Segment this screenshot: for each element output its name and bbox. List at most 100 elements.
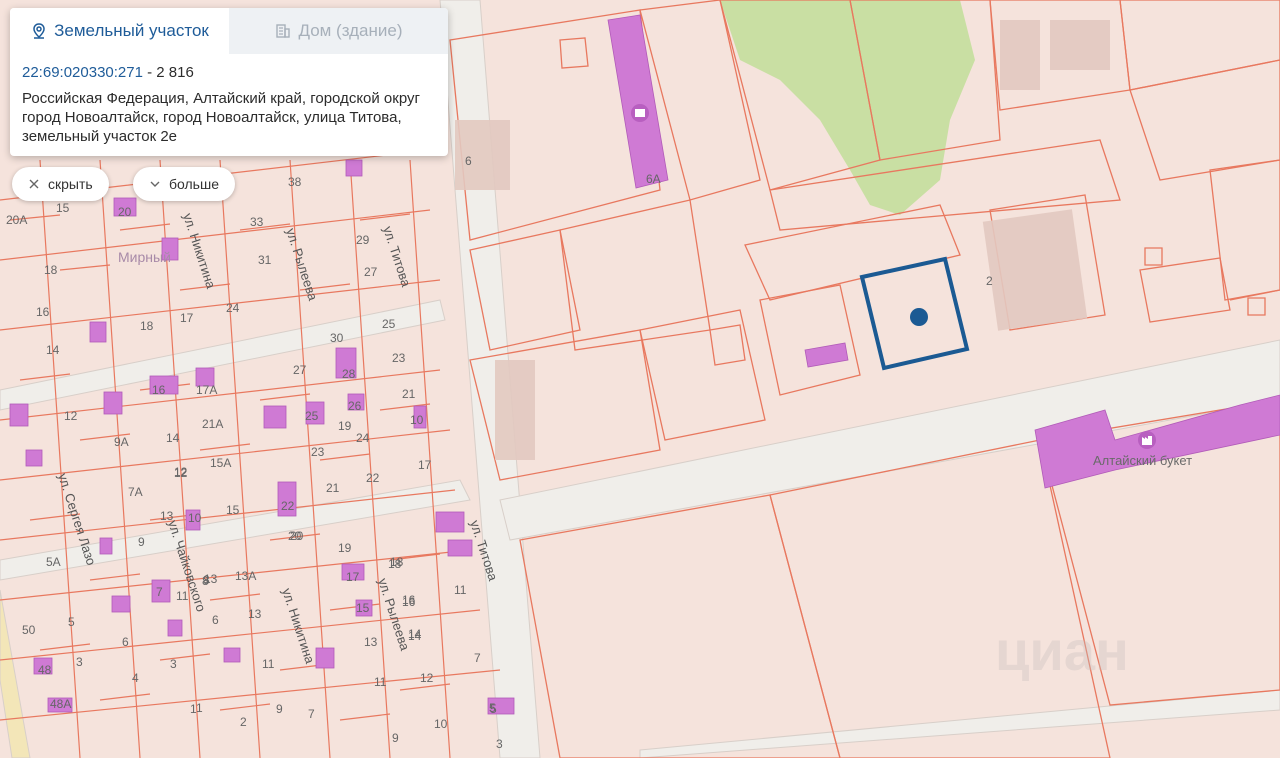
selected-parcel-marker-icon xyxy=(910,308,928,326)
house-number: 15 xyxy=(56,201,70,215)
house-number: 15 xyxy=(226,503,240,517)
house-number: 7 xyxy=(474,651,481,665)
house-number: 30 xyxy=(330,331,344,345)
house-number: 1 xyxy=(196,701,203,715)
house-number: 13 xyxy=(160,509,174,523)
house-number: 15 xyxy=(356,601,370,615)
house-number: 7А xyxy=(128,485,143,499)
district-label: Мирный xyxy=(118,249,171,265)
house-number: 21 xyxy=(326,481,340,495)
house-number: 7 xyxy=(156,585,163,599)
house-number: 2 xyxy=(986,274,993,288)
hide-button[interactable]: скрыть xyxy=(12,167,109,201)
house-number: 10 xyxy=(188,511,202,525)
house-number: 6 xyxy=(212,613,219,627)
house-number: 17 xyxy=(418,458,432,472)
house-number: 13А xyxy=(235,569,256,583)
parcel-details: 22:69:020330:271 - 2 816 Российская Феде… xyxy=(10,54,448,156)
house-number: 25 xyxy=(305,409,319,423)
house-number: 20 xyxy=(290,529,304,543)
house-number: 14 xyxy=(408,627,422,641)
house-number: 23 xyxy=(392,351,406,365)
tab-building[interactable]: Дом (здание) xyxy=(229,8,448,54)
house-number: 12 xyxy=(174,465,188,479)
house-number: 20А xyxy=(6,213,27,227)
house-number: 18 xyxy=(44,263,58,277)
more-button[interactable]: больше xyxy=(133,167,235,201)
more-button-label: больше xyxy=(169,176,219,192)
house-number: 2 xyxy=(240,715,247,729)
house-number: 23 xyxy=(311,445,325,459)
parcel-address: Российская Федерация, Алтайский край, го… xyxy=(22,90,420,145)
watermark: циан xyxy=(995,619,1129,682)
tab-label: Земельный участок xyxy=(54,21,209,40)
factory-marker-icon xyxy=(1138,431,1156,449)
parcel-info-card: Земельный участок Дом (здание) 22:69:020… xyxy=(10,8,448,156)
tab-land-parcel[interactable]: Земельный участок xyxy=(10,8,229,54)
house-number: 5 xyxy=(489,701,496,715)
house-number: 21 xyxy=(402,387,416,401)
house-number: 31 xyxy=(258,253,272,267)
house-number: 15А xyxy=(210,456,231,470)
house-number: 22 xyxy=(281,499,295,513)
house-number: 7 xyxy=(308,707,315,721)
house-number: 3 xyxy=(496,737,503,751)
house-number: 6 xyxy=(465,154,472,168)
house-number: 48 xyxy=(38,663,52,677)
house-number: 10 xyxy=(410,413,424,427)
house-number: 26 xyxy=(348,399,362,413)
house-number: 28 xyxy=(342,367,356,381)
house-number: 25 xyxy=(382,317,396,331)
house-number: 9 xyxy=(392,731,399,745)
house-number: 48А xyxy=(50,697,71,711)
chevron-down-icon xyxy=(150,181,160,187)
house-number: 16 xyxy=(36,305,50,319)
house-number: 3 xyxy=(170,657,177,671)
house-number: 29 xyxy=(356,233,370,247)
tab-label: Дом (здание) xyxy=(298,21,403,40)
house-number: 8 xyxy=(203,573,210,587)
house-number: 22 xyxy=(366,471,380,485)
location-pin-icon xyxy=(33,23,45,39)
close-icon xyxy=(29,179,39,189)
house-number: 17А xyxy=(196,383,217,397)
house-number: 9А xyxy=(114,435,129,449)
house-number: 50 xyxy=(22,623,36,637)
house-number: 13 xyxy=(248,607,262,621)
house-number: 13 xyxy=(364,635,378,649)
house-number: 24 xyxy=(356,431,370,445)
house-number: 10 xyxy=(434,717,448,731)
house-number: 3 xyxy=(76,655,83,669)
house-number: 12 xyxy=(64,409,78,423)
building-icon xyxy=(276,24,291,38)
hide-button-label: скрыть xyxy=(48,176,93,192)
house-number: 14 xyxy=(166,431,180,445)
house-number: 9 xyxy=(276,702,283,716)
school-marker-icon xyxy=(631,104,649,122)
house-number: 6 xyxy=(122,635,129,649)
house-number: 5 xyxy=(68,615,75,629)
poi-label: Алтайский букет xyxy=(1093,453,1193,468)
house-number: 18 xyxy=(140,319,154,333)
house-number: 9 xyxy=(138,535,145,549)
house-number: 16 xyxy=(402,593,416,607)
house-number: 11 xyxy=(374,675,387,689)
house-number: 17 xyxy=(180,311,194,325)
cadastre-line: 22:69:020330:271 - 2 816 xyxy=(22,64,436,81)
house-number: 11 xyxy=(176,589,189,603)
house-number: 6А xyxy=(646,172,661,186)
house-number: 18 xyxy=(390,555,404,569)
house-number: 27 xyxy=(293,363,307,377)
house-number: 16 xyxy=(152,383,166,397)
tab-bar: Земельный участок Дом (здание) xyxy=(10,8,448,54)
house-number: 33 xyxy=(250,215,264,229)
house-number: 4 xyxy=(132,671,139,685)
house-number: 11 xyxy=(262,657,275,671)
house-number: 24 xyxy=(226,301,240,315)
cadastral-number-link[interactable]: 22:69:020330:271 xyxy=(22,64,143,81)
house-number: 14 xyxy=(46,343,60,357)
house-number: 19 xyxy=(338,541,352,555)
house-number: 27 xyxy=(364,265,378,279)
house-number: 11 xyxy=(454,583,467,597)
house-number: 17 xyxy=(346,570,360,584)
